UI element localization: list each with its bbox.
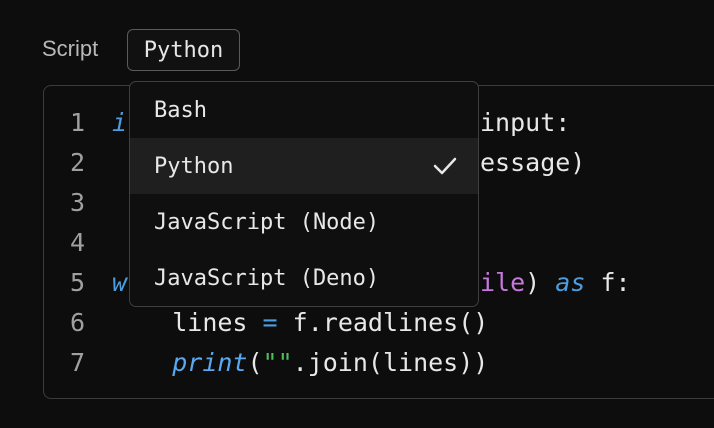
- option-label: JavaScript (Node): [154, 209, 380, 235]
- code-text: i: [112, 108, 127, 137]
- line-number: 5: [70, 267, 86, 297]
- token-tail: .join(lines)): [292, 347, 489, 377]
- keyword-token: i: [112, 107, 128, 137]
- code-text-tail: input:: [480, 107, 571, 137]
- language-select[interactable]: Python: [127, 29, 240, 71]
- line-number: 2: [70, 147, 86, 177]
- line-number: 3: [70, 187, 86, 217]
- line-number: 6: [70, 307, 86, 337]
- language-dropdown: Bash Python JavaScript (Node) JavaScript…: [129, 81, 479, 307]
- dropdown-option-python[interactable]: Python: [130, 138, 478, 194]
- keyword-token: w: [112, 267, 128, 297]
- code-text: lines = f.readlines(): [112, 308, 488, 337]
- code-text: w: [112, 268, 127, 297]
- option-label: Bash: [154, 97, 207, 123]
- line-number: 4: [70, 227, 86, 257]
- script-label: Script: [42, 36, 99, 61]
- token-tail: f:: [585, 267, 631, 297]
- keyword-token-as: as: [555, 267, 586, 297]
- code-text-tail: essage): [480, 147, 586, 177]
- checkmark-icon: [433, 157, 457, 175]
- token-string: "": [262, 347, 293, 377]
- dropdown-option-bash[interactable]: Bash: [130, 82, 478, 138]
- token-var: lines: [172, 307, 248, 337]
- token-purple: ile: [480, 267, 526, 297]
- line-number: 1: [70, 107, 86, 137]
- token-paren: ): [525, 267, 541, 297]
- token-operator: =: [262, 307, 278, 337]
- token-function: print: [172, 347, 248, 377]
- dropdown-option-javascript-deno[interactable]: JavaScript (Deno): [130, 250, 478, 306]
- code-text: print("".join(lines)): [112, 348, 488, 377]
- code-text-tail: ile) as f:: [480, 268, 631, 297]
- token-tail: f.readlines(): [277, 307, 489, 337]
- line-number: 7: [70, 347, 86, 377]
- dropdown-option-javascript-node[interactable]: JavaScript (Node): [130, 194, 478, 250]
- token-paren: (: [247, 347, 263, 377]
- option-label: Python: [154, 153, 234, 179]
- option-label: JavaScript (Deno): [154, 265, 380, 291]
